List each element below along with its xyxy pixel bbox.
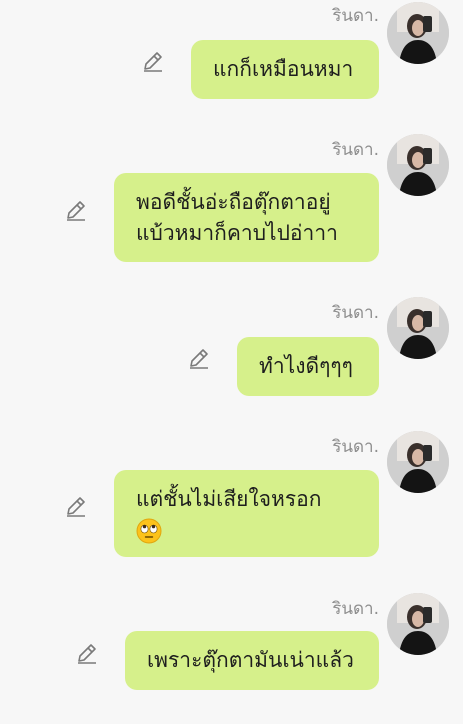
message-text: ทำไงดีๆๆๆ xyxy=(259,354,353,378)
message-bubble[interactable]: เพราะตุ๊กตามันเน่าแล้ว xyxy=(125,631,379,690)
message-text-line-2: แบ้วหมาก็คาบไปอ่าาา xyxy=(136,221,338,245)
pencil-icon[interactable] xyxy=(75,641,99,665)
message-bubble[interactable]: ทำไงดีๆๆๆ xyxy=(237,337,379,396)
emoji-line xyxy=(136,515,357,546)
avatar[interactable] xyxy=(387,297,449,359)
message-bubble[interactable]: แกก็เหมือนหมา xyxy=(191,40,379,99)
avatar[interactable] xyxy=(387,134,449,196)
message-text: แต่ชั้นไม่เสียใจหรอก xyxy=(136,487,322,511)
message-text: เพราะตุ๊กตามันเน่าแล้ว xyxy=(147,648,354,672)
message-text-line-1: พอดีชั้นอ่ะถือตุ๊กตาอยู่ xyxy=(136,190,331,214)
sender-name: รินดา. xyxy=(332,599,379,619)
sender-name: รินดา. xyxy=(332,303,379,323)
avatar[interactable] xyxy=(387,431,449,493)
sender-name: รินดา. xyxy=(332,140,379,160)
face-with-rolling-eyes-icon xyxy=(136,518,162,544)
pencil-icon[interactable] xyxy=(141,49,165,73)
message-bubble[interactable]: พอดีชั้นอ่ะถือตุ๊กตาอยู่ แบ้วหมาก็คาบไปอ… xyxy=(114,173,379,262)
avatar[interactable] xyxy=(387,593,449,655)
sender-name: รินดา. xyxy=(332,6,379,26)
avatar[interactable] xyxy=(387,2,449,64)
pencil-icon[interactable] xyxy=(64,198,88,222)
pencil-icon[interactable] xyxy=(187,346,211,370)
sender-name: รินดา. xyxy=(332,437,379,457)
message-bubble[interactable]: แต่ชั้นไม่เสียใจหรอก xyxy=(114,470,379,557)
pencil-icon[interactable] xyxy=(64,494,88,518)
message-text: แกก็เหมือนหมา xyxy=(213,57,354,81)
